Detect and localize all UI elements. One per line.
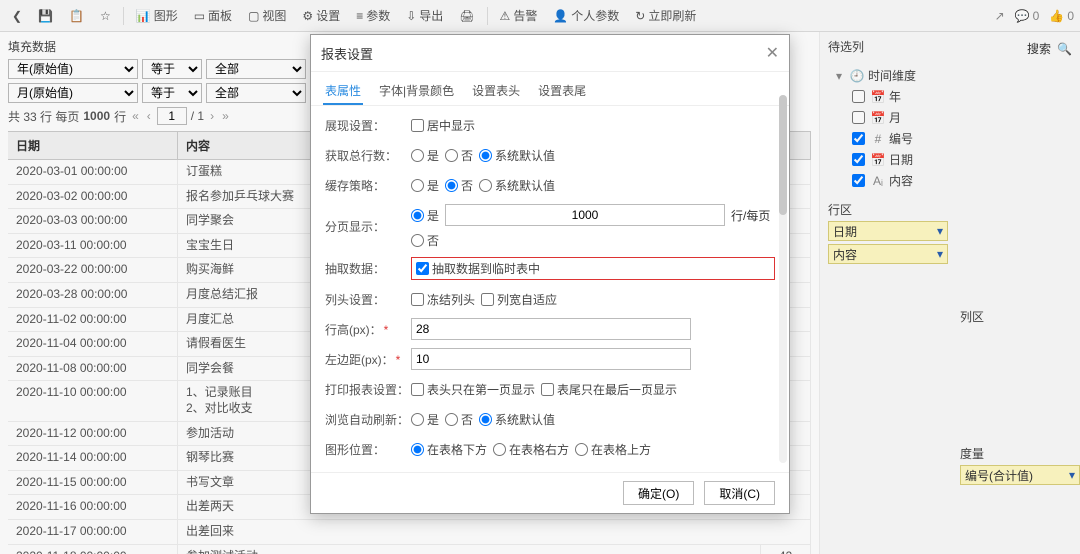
ok-button[interactable]: 确定(O) [623,481,694,505]
freeze-header-check[interactable]: 冻结列头 [411,291,475,308]
modal-tabs: 表属性 字体|背景颜色 设置表头 设置表尾 [311,72,789,106]
refresh-radio-1[interactable]: 否 [445,411,473,428]
chartpos-radio-2[interactable]: 在表格上方 [575,441,651,458]
center-display-check[interactable]: 居中显示 [411,117,475,134]
paging-yes[interactable]: 是 [411,207,439,224]
modal-close-icon[interactable]: ✕ [766,43,779,63]
total-radio-1[interactable]: 否 [445,147,473,164]
tab-footer[interactable]: 设置表尾 [536,78,588,105]
cache-radio-2[interactable]: 系统默认值 [479,177,555,194]
paging-size-input[interactable] [445,204,725,226]
total-radio-2[interactable]: 系统默认值 [479,147,555,164]
auto-width-check[interactable]: 列宽自适应 [481,291,557,308]
left-margin-input[interactable] [411,348,691,370]
paging-no[interactable]: 否 [411,232,439,249]
chartpos-radio-0[interactable]: 在表格下方 [411,441,487,458]
cache-radio-1[interactable]: 否 [445,177,473,194]
chartpos-radio-1[interactable]: 在表格右方 [493,441,569,458]
cache-radio-0[interactable]: 是 [411,177,439,194]
tab-properties[interactable]: 表属性 [323,78,363,105]
print-footer-last-check[interactable]: 表尾只在最后一页显示 [541,381,677,398]
refresh-radio-0[interactable]: 是 [411,411,439,428]
tab-header[interactable]: 设置表头 [470,78,522,105]
modal-title: 报表设置 [321,44,373,63]
print-header-first-check[interactable]: 表头只在第一页显示 [411,381,535,398]
report-settings-modal: 报表设置 ✕ 表属性 字体|背景颜色 设置表头 设置表尾 展现设置： 居中显示 … [310,34,790,514]
modal-scrollbar[interactable] [779,95,787,463]
row-height-input[interactable] [411,318,691,340]
cancel-button[interactable]: 取消(C) [704,481,775,505]
total-radio-0[interactable]: 是 [411,147,439,164]
extract-to-temp-check[interactable]: 抽取数据到临时表中 [416,260,540,277]
tab-font-bg[interactable]: 字体|背景颜色 [377,78,456,105]
refresh-radio-2[interactable]: 系统默认值 [479,411,555,428]
